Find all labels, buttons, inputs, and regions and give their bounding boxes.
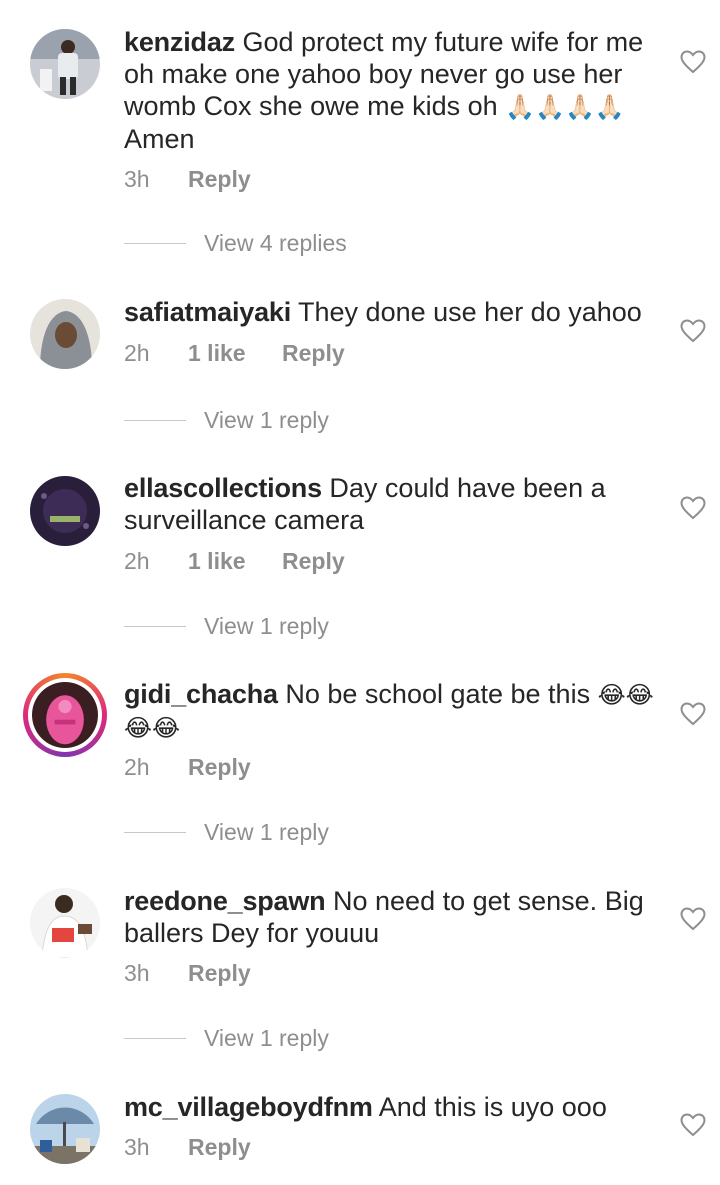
reply-button[interactable]: Reply [188,960,251,987]
comment-body: Day could have been a [329,473,606,503]
comment-body: oh make one yahoo boy never go use her [124,59,623,89]
comment-meta: 2h Reply [124,752,251,782]
comment-body: No be school gate be this [285,679,591,709]
like-count[interactable]: 1 like [188,340,282,367]
heart-outline-icon[interactable] [680,319,706,343]
divider [124,242,186,244]
avatar[interactable] [30,476,100,546]
comment-meta: 2h 1 like Reply [124,546,345,576]
comment-time: 2h [124,547,150,574]
comment-meta: 2h 1 like Reply [124,338,345,368]
emoji: 😂😂 [124,714,181,742]
view-replies-button[interactable]: View 1 reply [124,405,329,435]
comment-time: 3h [124,1133,150,1160]
reply-button[interactable]: Reply [188,166,251,193]
comment-username[interactable]: mc_villageboydfnm [124,1092,373,1122]
emoji: 🙏🏻🙏🏻🙏🏻🙏🏻 [505,93,625,121]
comment-time: 3h [124,959,150,986]
view-replies-label: View 4 replies [204,229,347,256]
reply-button[interactable]: Reply [282,548,345,575]
comment-text: safiatmaiyaki They done use her do yahoo [124,296,664,328]
reply-button[interactable]: Reply [188,754,251,781]
view-replies-label: View 1 reply [204,818,329,845]
avatar[interactable] [30,1094,100,1164]
avatar[interactable] [30,29,100,99]
avatar[interactable] [30,888,100,958]
comment-time: 2h [124,753,150,780]
comment-time: 2h [124,339,150,366]
divider [124,831,186,833]
comment-text: ellascollections Day could have been a s… [124,472,664,536]
comment-meta: 3h Reply [124,164,251,194]
comment-meta: 3h Reply [124,1132,251,1162]
comment-username[interactable]: ellascollections [124,473,322,503]
comment-body: womb Cox she owe me kids oh [124,91,498,121]
heart-outline-icon[interactable] [680,496,706,520]
avatar-image [32,682,98,748]
heart-outline-icon[interactable] [680,702,706,726]
heart-outline-icon[interactable] [680,50,706,74]
comment-body: surveillance camera [124,505,365,535]
comment-text: mc_villageboydfnm And this is uyo ooo [124,1091,664,1123]
avatar[interactable] [30,299,100,369]
divider [124,625,186,627]
heart-outline-icon[interactable] [680,907,706,931]
comment-body: ballers Dey for youuu [124,918,380,948]
comment-text: gidi_chacha No be school gate be this 😂😂… [124,678,664,744]
avatar [28,678,102,752]
comment-username[interactable]: reedone_spawn [124,886,326,916]
reply-button[interactable]: Reply [282,340,345,367]
comment-time: 3h [124,165,150,192]
comment-body: They done use her do yahoo [298,297,642,327]
comment-body: God protect my future wife for me [242,27,644,57]
view-replies-label: View 1 reply [204,406,329,433]
comment-username[interactable]: safiatmaiyaki [124,297,291,327]
reply-button[interactable]: Reply [188,1134,251,1161]
view-replies-button[interactable]: View 4 replies [124,228,347,258]
comment-text: kenzidaz God protect my future wife for … [124,26,664,155]
heart-outline-icon[interactable] [680,1113,706,1137]
view-replies-button[interactable]: View 1 reply [124,1023,329,1053]
comment-body: Amen [124,124,195,154]
like-count[interactable]: 1 like [188,548,282,575]
view-replies-button[interactable]: View 1 reply [124,817,329,847]
avatar-story-ring[interactable] [23,673,107,757]
comment-username[interactable]: gidi_chacha [124,679,278,709]
view-replies-label: View 1 reply [204,612,329,639]
divider [124,419,186,421]
comment-body: No need to get sense. Big [333,886,644,916]
comment-text: reedone_spawn No need to get sense. Big … [124,885,664,949]
comment-body: And this is uyo ooo [378,1092,607,1122]
comment-username[interactable]: kenzidaz [124,27,235,57]
view-replies-button[interactable]: View 1 reply [124,611,329,641]
emoji: 😂😂 [597,681,654,709]
divider [124,1037,186,1039]
comment-meta: 3h Reply [124,958,251,988]
view-replies-label: View 1 reply [204,1024,329,1051]
